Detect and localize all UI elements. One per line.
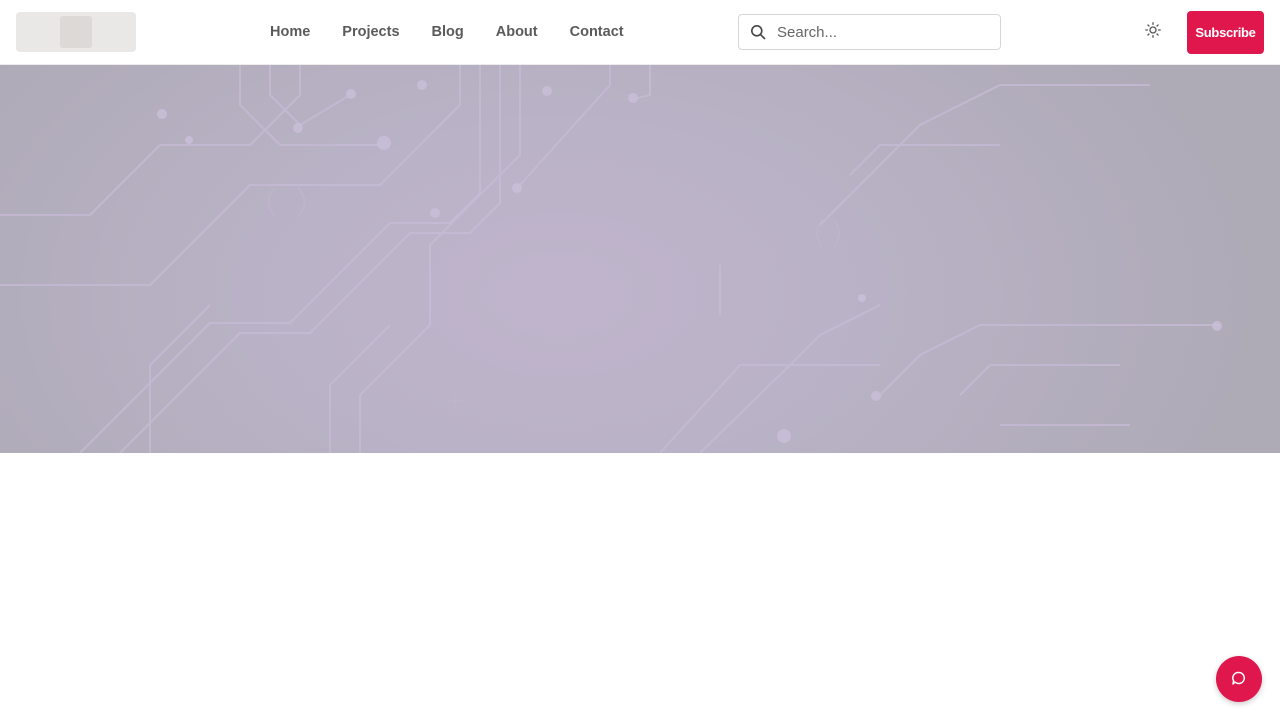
search-input[interactable] <box>777 17 987 47</box>
chat-button[interactable] <box>1216 656 1262 702</box>
nav-home[interactable]: Home <box>270 24 310 40</box>
main-nav: Home Projects Blog About Contact <box>270 0 656 64</box>
site-header: Home Projects Blog About Contact Search.… <box>0 0 1280 65</box>
circuit-pattern <box>0 65 1222 453</box>
nav-about[interactable]: About <box>496 24 538 40</box>
chat-bubble-icon <box>1231 670 1247 689</box>
sun-icon <box>1145 21 1161 43</box>
nav-contact[interactable]: Contact <box>570 24 624 40</box>
nav-projects[interactable]: Projects <box>342 24 399 40</box>
theme-toggle-button[interactable] <box>1141 20 1165 44</box>
nav-blog[interactable]: Blog <box>432 24 464 40</box>
logo-placeholder[interactable] <box>16 12 136 52</box>
search-box[interactable] <box>738 14 1001 50</box>
hero-banner <box>0 65 1280 453</box>
search-icon <box>739 15 777 49</box>
logo-image <box>60 16 92 48</box>
subscribe-button[interactable]: Subscribe <box>1187 11 1264 54</box>
